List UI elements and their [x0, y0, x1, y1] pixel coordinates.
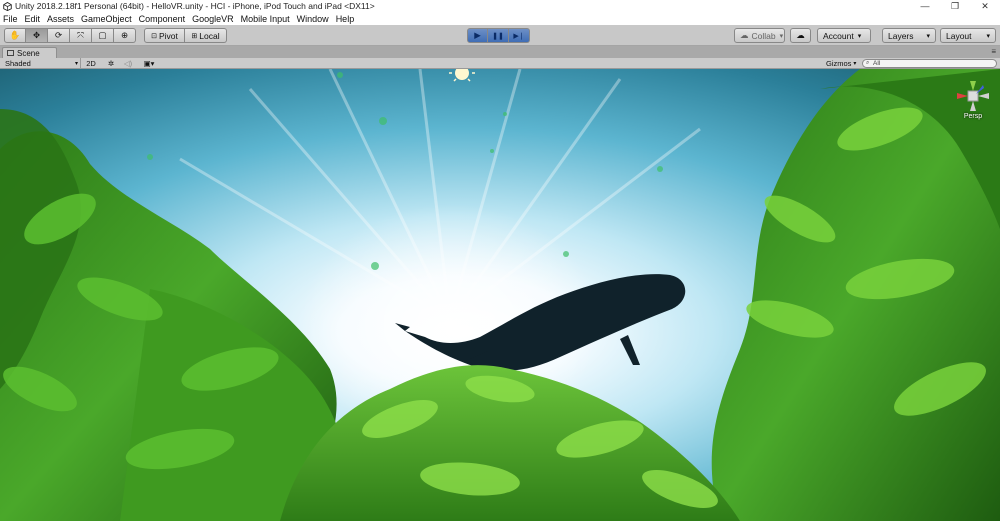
maximize-button[interactable]: ❐	[940, 0, 970, 12]
playback-controls: ▶ ❚❚ ▶❘	[467, 28, 530, 43]
close-button[interactable]: ✕	[970, 0, 1000, 12]
orientation-gizmo[interactable]: Persp	[954, 79, 992, 125]
layout-dropdown[interactable]: Layout ▾	[940, 28, 996, 43]
menu-mobile-input[interactable]: Mobile Input	[241, 14, 290, 24]
effects-toggle-icon[interactable]: ▣▾	[139, 58, 159, 69]
menu-googlevr[interactable]: GoogleVR	[192, 14, 234, 24]
move-tool-icon[interactable]: ✥	[26, 28, 48, 43]
layers-caret-icon: ▾	[926, 32, 930, 40]
shading-caret-icon: ▾	[74, 61, 78, 67]
title-bar: Unity 2018.2.18f1 Personal (64bit) - Hel…	[0, 0, 1000, 12]
hand-tool-icon[interactable]: ✋	[4, 28, 26, 43]
rect-tool-icon[interactable]: ▢	[92, 28, 114, 43]
scene-viewport[interactable]: Persp	[0, 69, 1000, 521]
transform-tools: ✋ ✥ ⟳ ⤧ ▢ ⊕	[4, 28, 136, 43]
pause-button[interactable]: ❚❚	[488, 28, 509, 43]
pivot-button[interactable]: ⊡ Pivot	[144, 28, 185, 43]
scene-icon	[7, 50, 14, 56]
scene-tab-bar: Scene ≡	[0, 46, 1000, 58]
mode-2d-toggle[interactable]: 2D	[84, 58, 98, 69]
scene-render	[0, 69, 1000, 521]
tab-scene[interactable]: Scene	[2, 47, 57, 58]
collab-caret-icon: ▾	[779, 32, 784, 40]
step-button[interactable]: ▶❘	[509, 28, 530, 43]
search-placeholder: All	[873, 60, 881, 67]
scene-tab-label: Scene	[17, 48, 40, 58]
layers-label: Layers	[888, 30, 914, 41]
gizmos-dropdown[interactable]: Gizmos ▾	[826, 58, 856, 69]
account-caret-icon: ▾	[857, 32, 862, 40]
axis-gizmo-icon	[957, 81, 989, 111]
menu-bar: File Edit Assets GameObject Component Go…	[0, 12, 1000, 25]
menu-component[interactable]: Component	[139, 14, 186, 24]
pivot-label: Pivot	[158, 30, 178, 41]
cloud-services-button[interactable]: ☁	[790, 28, 811, 43]
scene-control-bar: Shaded ▾ 2D ✲ ◁) ▣▾ Gizmos ▾ ⌕ All	[0, 58, 1000, 69]
account-label: Account	[823, 30, 854, 41]
minimize-button[interactable]: —	[910, 0, 940, 12]
unity-logo-icon	[2, 1, 12, 11]
rotate-tool-icon[interactable]: ⟳	[48, 28, 70, 43]
pivot-icon: ⊡	[151, 32, 157, 40]
collab-label: Collab	[751, 30, 776, 41]
local-button[interactable]: ⊞ Local	[185, 28, 227, 43]
collab-button[interactable]: ☁ Collab ▾	[734, 28, 785, 43]
tab-menu-icon[interactable]: ≡	[991, 47, 996, 56]
play-button[interactable]: ▶	[467, 28, 488, 43]
shading-mode-label: Shaded	[5, 59, 31, 68]
gizmos-label: Gizmos	[826, 59, 852, 68]
menu-window[interactable]: Window	[297, 14, 329, 24]
scene-search-input[interactable]: ⌕ All	[862, 59, 997, 68]
layers-dropdown[interactable]: Layers ▾	[882, 28, 936, 43]
scale-tool-icon[interactable]: ⤧	[70, 28, 92, 43]
shading-mode-dropdown[interactable]: Shaded ▾	[3, 58, 81, 69]
projection-label[interactable]: Persp	[954, 113, 992, 120]
menu-assets[interactable]: Assets	[47, 14, 74, 24]
menu-edit[interactable]: Edit	[25, 14, 41, 24]
local-icon: ⊞	[191, 32, 198, 40]
window-title: Unity 2018.2.18f1 Personal (64bit) - Hel…	[15, 1, 375, 11]
menu-file[interactable]: File	[3, 14, 18, 24]
layout-label: Layout	[946, 30, 972, 41]
audio-toggle-icon[interactable]: ◁)	[121, 58, 135, 69]
cloud-icon: ☁	[796, 30, 805, 40]
main-toolbar: ✋ ✥ ⟳ ⤧ ▢ ⊕ ⊡ Pivot ⊞ Local ▶ ❚❚ ▶❘ ☁ Co…	[0, 25, 1000, 46]
gizmos-caret-icon: ▾	[853, 61, 857, 67]
transform-tool-icon[interactable]: ⊕	[114, 28, 136, 43]
pivot-toggle-group: ⊡ Pivot ⊞ Local	[144, 28, 227, 43]
collab-icon: ☁	[740, 30, 749, 40]
lighting-toggle-icon[interactable]: ✲	[104, 58, 118, 69]
search-icon: ⌕	[866, 60, 870, 66]
local-label: Local	[199, 30, 220, 41]
menu-help[interactable]: Help	[336, 14, 355, 24]
layout-caret-icon: ▾	[986, 32, 990, 40]
menu-gameobject[interactable]: GameObject	[81, 14, 132, 24]
account-dropdown[interactable]: Account ▾	[817, 28, 871, 43]
